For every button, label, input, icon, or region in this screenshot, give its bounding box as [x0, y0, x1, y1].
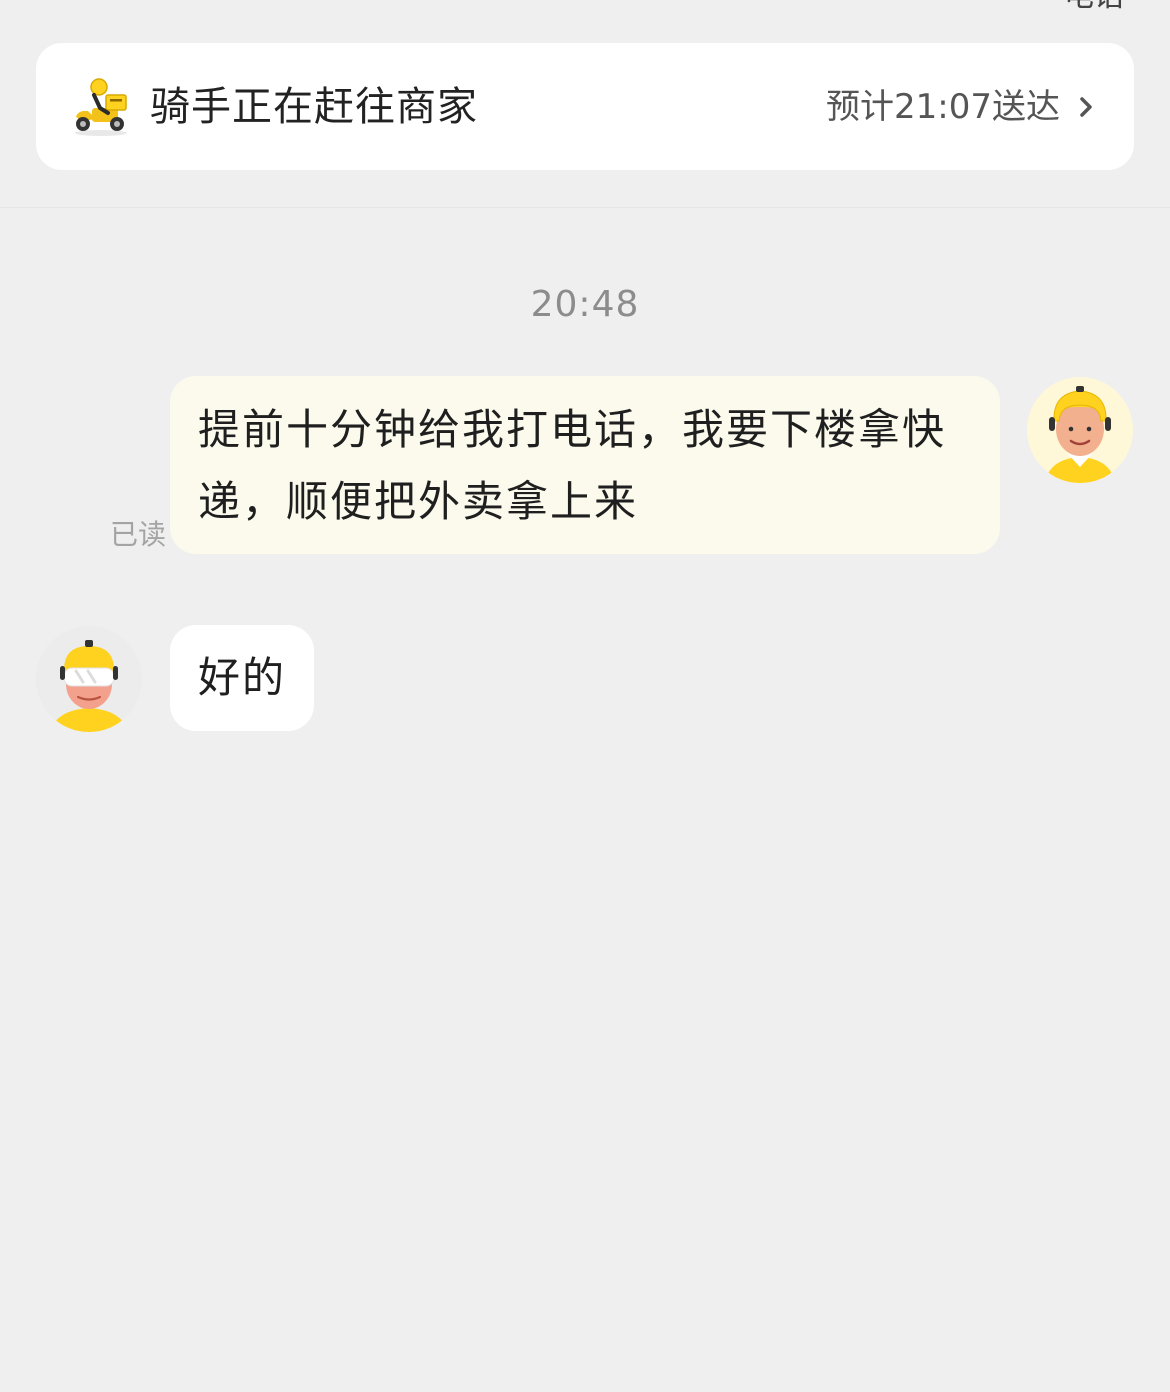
rider-avatar-icon[interactable]	[36, 626, 142, 732]
outgoing-message-bubble[interactable]: 提前十分钟给我打电话，我要下楼拿快递，顺便把外卖拿上来	[170, 376, 1000, 554]
chat-timestamp: 20:48	[530, 284, 640, 325]
read-receipt: 已读	[110, 518, 167, 551]
header-action-cutoff[interactable]: 电话	[1064, 0, 1124, 12]
incoming-message-bubble[interactable]: 好的	[170, 625, 315, 731]
chevron-right-icon[interactable]	[1074, 94, 1098, 120]
rider-scooter-icon	[70, 77, 132, 137]
delivery-status-card[interactable]: 骑手正在赶往商家 预计21:07送达	[36, 43, 1134, 170]
delivery-status-text: 骑手正在赶往商家	[150, 84, 478, 130]
delivery-eta: 预计21:07送达	[826, 87, 1060, 127]
header-divider	[0, 207, 1170, 208]
user-avatar-icon[interactable]	[1027, 377, 1133, 483]
